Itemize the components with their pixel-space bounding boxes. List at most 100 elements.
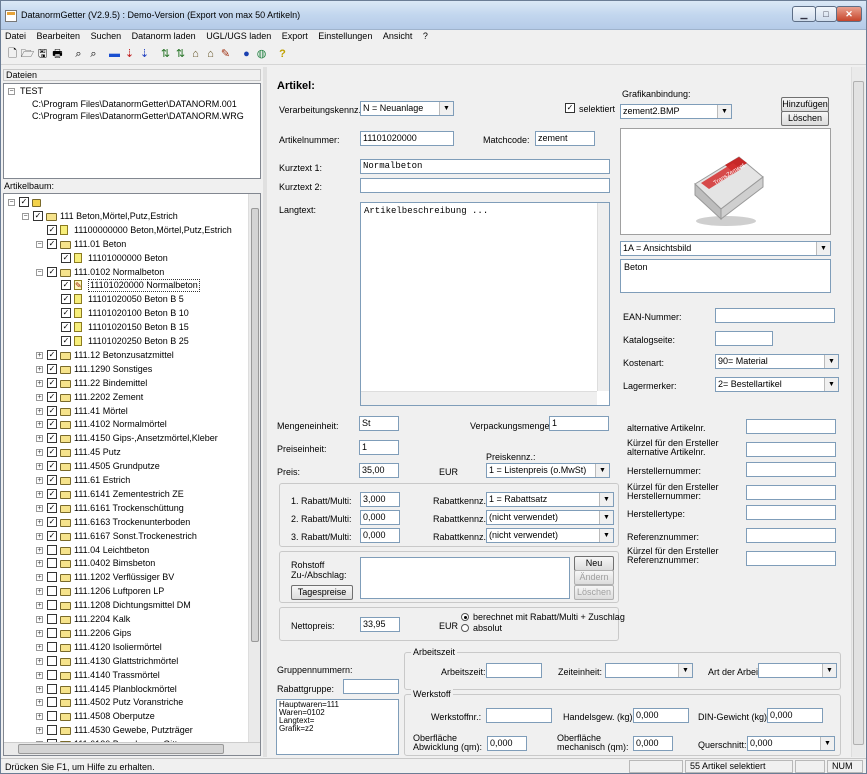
tree-row[interactable]: + ✓ 111.2202 Zement — [6, 391, 250, 404]
open-folder-icon[interactable]: 🗁 — [20, 47, 35, 62]
kostenart-select[interactable]: 90= Material — [715, 354, 839, 369]
tree-checkbox[interactable]: ✓ — [61, 294, 71, 305]
oberflaeche-abw-field[interactable]: 0,000 — [487, 736, 527, 751]
search-icon[interactable]: ⌕ — [71, 47, 86, 62]
expand-icon[interactable]: + — [36, 518, 43, 526]
globe-icon[interactable]: ◍ — [254, 47, 269, 62]
import-blue-icon[interactable]: ⇣ — [137, 47, 152, 62]
tree-row[interactable]: + ✓ 111.1290 Sonstiges — [6, 363, 250, 376]
tree-checkbox[interactable] — [47, 655, 57, 666]
mengeneinheit-field[interactable]: St — [359, 416, 399, 431]
rabatt-field[interactable]: 3,000 — [360, 492, 400, 507]
grafik-file-select[interactable]: zement2.BMP — [620, 104, 732, 119]
main-scroll-thumb[interactable] — [853, 81, 864, 745]
tree-checkbox[interactable]: ✓ — [19, 197, 29, 207]
kurztext1-field[interactable]: Normalbeton — [360, 159, 610, 174]
tree-checkbox[interactable] — [47, 711, 57, 722]
rabattkennz-select[interactable]: (nicht verwendet) — [486, 510, 614, 525]
selektiert-checkbox[interactable]: ✓ — [565, 103, 575, 113]
menu-export[interactable]: Export — [278, 30, 312, 42]
expand-icon[interactable]: + — [36, 713, 43, 721]
expand-icon[interactable]: + — [36, 463, 43, 471]
image-icon[interactable]: ✎ — [218, 47, 233, 62]
tree-checkbox[interactable]: ✓ — [61, 252, 71, 263]
expand-icon[interactable]: + — [36, 574, 43, 582]
rabatt-field[interactable]: 0,000 — [360, 528, 400, 543]
collapse-icon[interactable]: − — [36, 268, 43, 276]
tree-checkbox[interactable] — [47, 627, 57, 638]
werkstoffnr-field[interactable] — [486, 708, 552, 723]
alt-artnr-field[interactable] — [746, 419, 836, 434]
tree-checkbox[interactable] — [47, 558, 57, 569]
tree-row[interactable]: + ✓ 111.6163 Trockenunterboden — [6, 516, 250, 529]
tree-row[interactable]: − ✓ 111.01 Beton — [6, 238, 250, 251]
expand-icon[interactable]: + — [36, 504, 43, 512]
oberflaeche-mech-field[interactable]: 0,000 — [633, 736, 673, 751]
rabatt-field[interactable]: 0,000 — [360, 510, 400, 525]
tree-checkbox[interactable] — [47, 572, 57, 583]
din-gewicht-field[interactable]: 0,000 — [767, 708, 823, 723]
art-der-arbeit-select[interactable] — [758, 663, 837, 678]
tree-checkbox[interactable]: ✓ — [47, 475, 57, 485]
rabattgruppe-field[interactable] — [343, 679, 399, 694]
expand-icon[interactable]: + — [36, 699, 43, 707]
tree-row[interactable]: ✓ 11101000000 Beton — [6, 252, 250, 265]
tree-row[interactable]: ✓ 11101020250 Beton B 25 — [6, 335, 250, 348]
rabattkennz-select[interactable]: (nicht verwendet) — [486, 528, 614, 543]
expand-icon[interactable]: + — [36, 490, 43, 498]
herstellertype-field[interactable] — [746, 505, 836, 520]
handelsgew-field[interactable]: 0,000 — [633, 708, 689, 723]
expand-icon[interactable]: + — [36, 685, 43, 693]
artikelnummer-field[interactable]: 11101020000 — [360, 131, 454, 146]
tree-row[interactable]: + ✓ 111.4150 Gips-,Ansetzmörtel,Kleber — [6, 432, 250, 445]
import-icon[interactable]: ▬ — [107, 47, 122, 62]
tree-vertical-scrollbar[interactable] — [248, 194, 260, 742]
tree-row[interactable]: ✓ ✎ 11101020000 Normalbeton — [6, 279, 250, 293]
tree-row[interactable]: +111.4508 Oberputze — [6, 710, 250, 723]
tree-row[interactable]: − ✓ 111.0102 Normalbeton — [6, 266, 250, 279]
tagespreise-button[interactable]: Tagespreise — [291, 585, 353, 600]
lager-select[interactable]: 2= Bestellartikel — [715, 377, 839, 392]
kuerzel-herst-field[interactable] — [746, 485, 836, 500]
verpackung-field[interactable]: 1 — [549, 416, 609, 431]
expand-icon[interactable]: + — [36, 449, 43, 457]
tree-hscroll-thumb[interactable] — [18, 744, 224, 754]
grafik-description[interactable]: Beton — [620, 259, 831, 293]
expand-icon[interactable]: + — [36, 393, 43, 401]
tree-checkbox[interactable]: ✓ — [47, 530, 57, 541]
expand-icon[interactable]: + — [36, 532, 43, 540]
collapse-icon[interactable]: − — [22, 212, 29, 220]
new-file-icon[interactable]: 🗋 — [5, 47, 20, 62]
expand-icon[interactable]: + — [36, 351, 43, 359]
radio-berechnet[interactable] — [461, 613, 469, 621]
tree-checkbox[interactable]: ✓ — [47, 391, 57, 402]
expand-icon[interactable]: + — [36, 379, 43, 387]
tree-checkbox[interactable] — [47, 586, 57, 597]
files-root[interactable]: TEST — [20, 86, 43, 96]
tree-row[interactable]: − ✓ 111 Beton,Mörtel,Putz,Estrich — [6, 210, 250, 223]
tree-checkbox[interactable]: ✓ — [47, 488, 57, 499]
expand-icon[interactable]: + — [36, 546, 43, 554]
menu-ugl-laden[interactable]: UGL/UGS laden — [202, 30, 275, 42]
expand-icon[interactable]: + — [36, 435, 43, 443]
menu-help[interactable]: ? — [419, 30, 432, 42]
tree-row[interactable]: ✓ 11101020150 Beton B 15 — [6, 321, 250, 334]
tree-row[interactable]: ✓ 11100000000 Beton,Mörtel,Putz,Estrich — [6, 224, 250, 237]
print-icon[interactable]: 🖶 — [50, 47, 65, 62]
tree-row[interactable]: ✓ 11101020050 Beton B 5 — [6, 293, 250, 306]
menu-datei[interactable]: Datei — [1, 30, 30, 42]
layout-icon[interactable]: ⌂ — [203, 47, 218, 62]
merge-icon[interactable]: ⌂ — [188, 47, 203, 62]
tree-checkbox[interactable]: ✓ — [47, 238, 57, 249]
aendern-button[interactable]: Ändern — [574, 570, 614, 585]
tree-checkbox[interactable] — [47, 641, 57, 652]
tree-row[interactable]: +111.1202 Verflüssiger BV — [6, 571, 250, 584]
kuerzel-ref-field[interactable] — [746, 551, 836, 566]
verarbeitung-select[interactable]: N = Neuanlage — [360, 101, 454, 116]
save-icon[interactable]: 🖫 — [35, 47, 50, 62]
tree-checkbox[interactable]: ✓ — [47, 447, 57, 458]
tree-checkbox[interactable]: ✓ — [47, 377, 57, 388]
expand-icon[interactable]: + — [36, 643, 43, 651]
info-icon[interactable]: ● — [239, 47, 254, 62]
tree-checkbox[interactable]: ✓ — [61, 280, 71, 291]
